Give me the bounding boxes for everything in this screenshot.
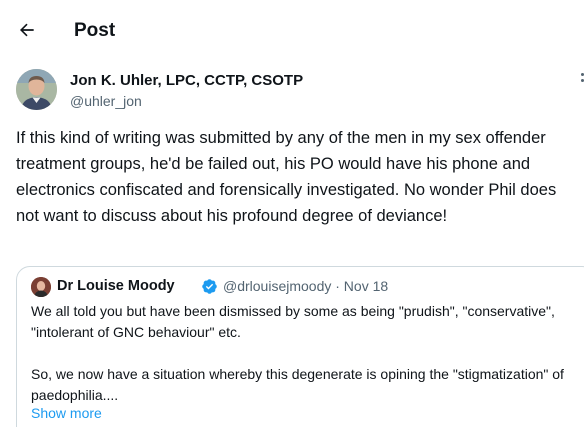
show-more-link[interactable]: Show more	[31, 404, 102, 422]
quote-paragraph: So, we now have a situation whereby this…	[31, 366, 564, 403]
arrow-left-icon	[20, 23, 34, 37]
quote-text: We all told you but have been dismissed …	[31, 301, 584, 406]
verified-badge-icon	[202, 279, 217, 294]
author-name[interactable]: Jon K. Uhler, LPC, CCTP, CSOTP	[70, 71, 303, 90]
author-handle[interactable]: @uhler_jon	[70, 92, 142, 110]
quote-paragraph: We all told you but have been dismissed …	[31, 303, 555, 340]
quote-avatar	[31, 277, 51, 297]
quoted-tweet[interactable]: Dr Louise Moody @drlouisejmoody · Nov 18…	[16, 266, 584, 427]
author-photo	[16, 69, 57, 110]
tweet-text: If this kind of writing was submitted by…	[16, 129, 557, 225]
page-header: Post	[0, 0, 584, 60]
quote-handle-date: @drlouisejmoody · Nov 18	[223, 278, 389, 294]
avatar[interactable]	[16, 69, 57, 110]
quote-author-photo	[31, 277, 51, 297]
back-button[interactable]	[14, 17, 40, 43]
quote-author-name: Dr Louise Moody	[57, 278, 175, 294]
page-title: Post	[74, 20, 116, 41]
more-options-button[interactable]	[572, 70, 584, 90]
